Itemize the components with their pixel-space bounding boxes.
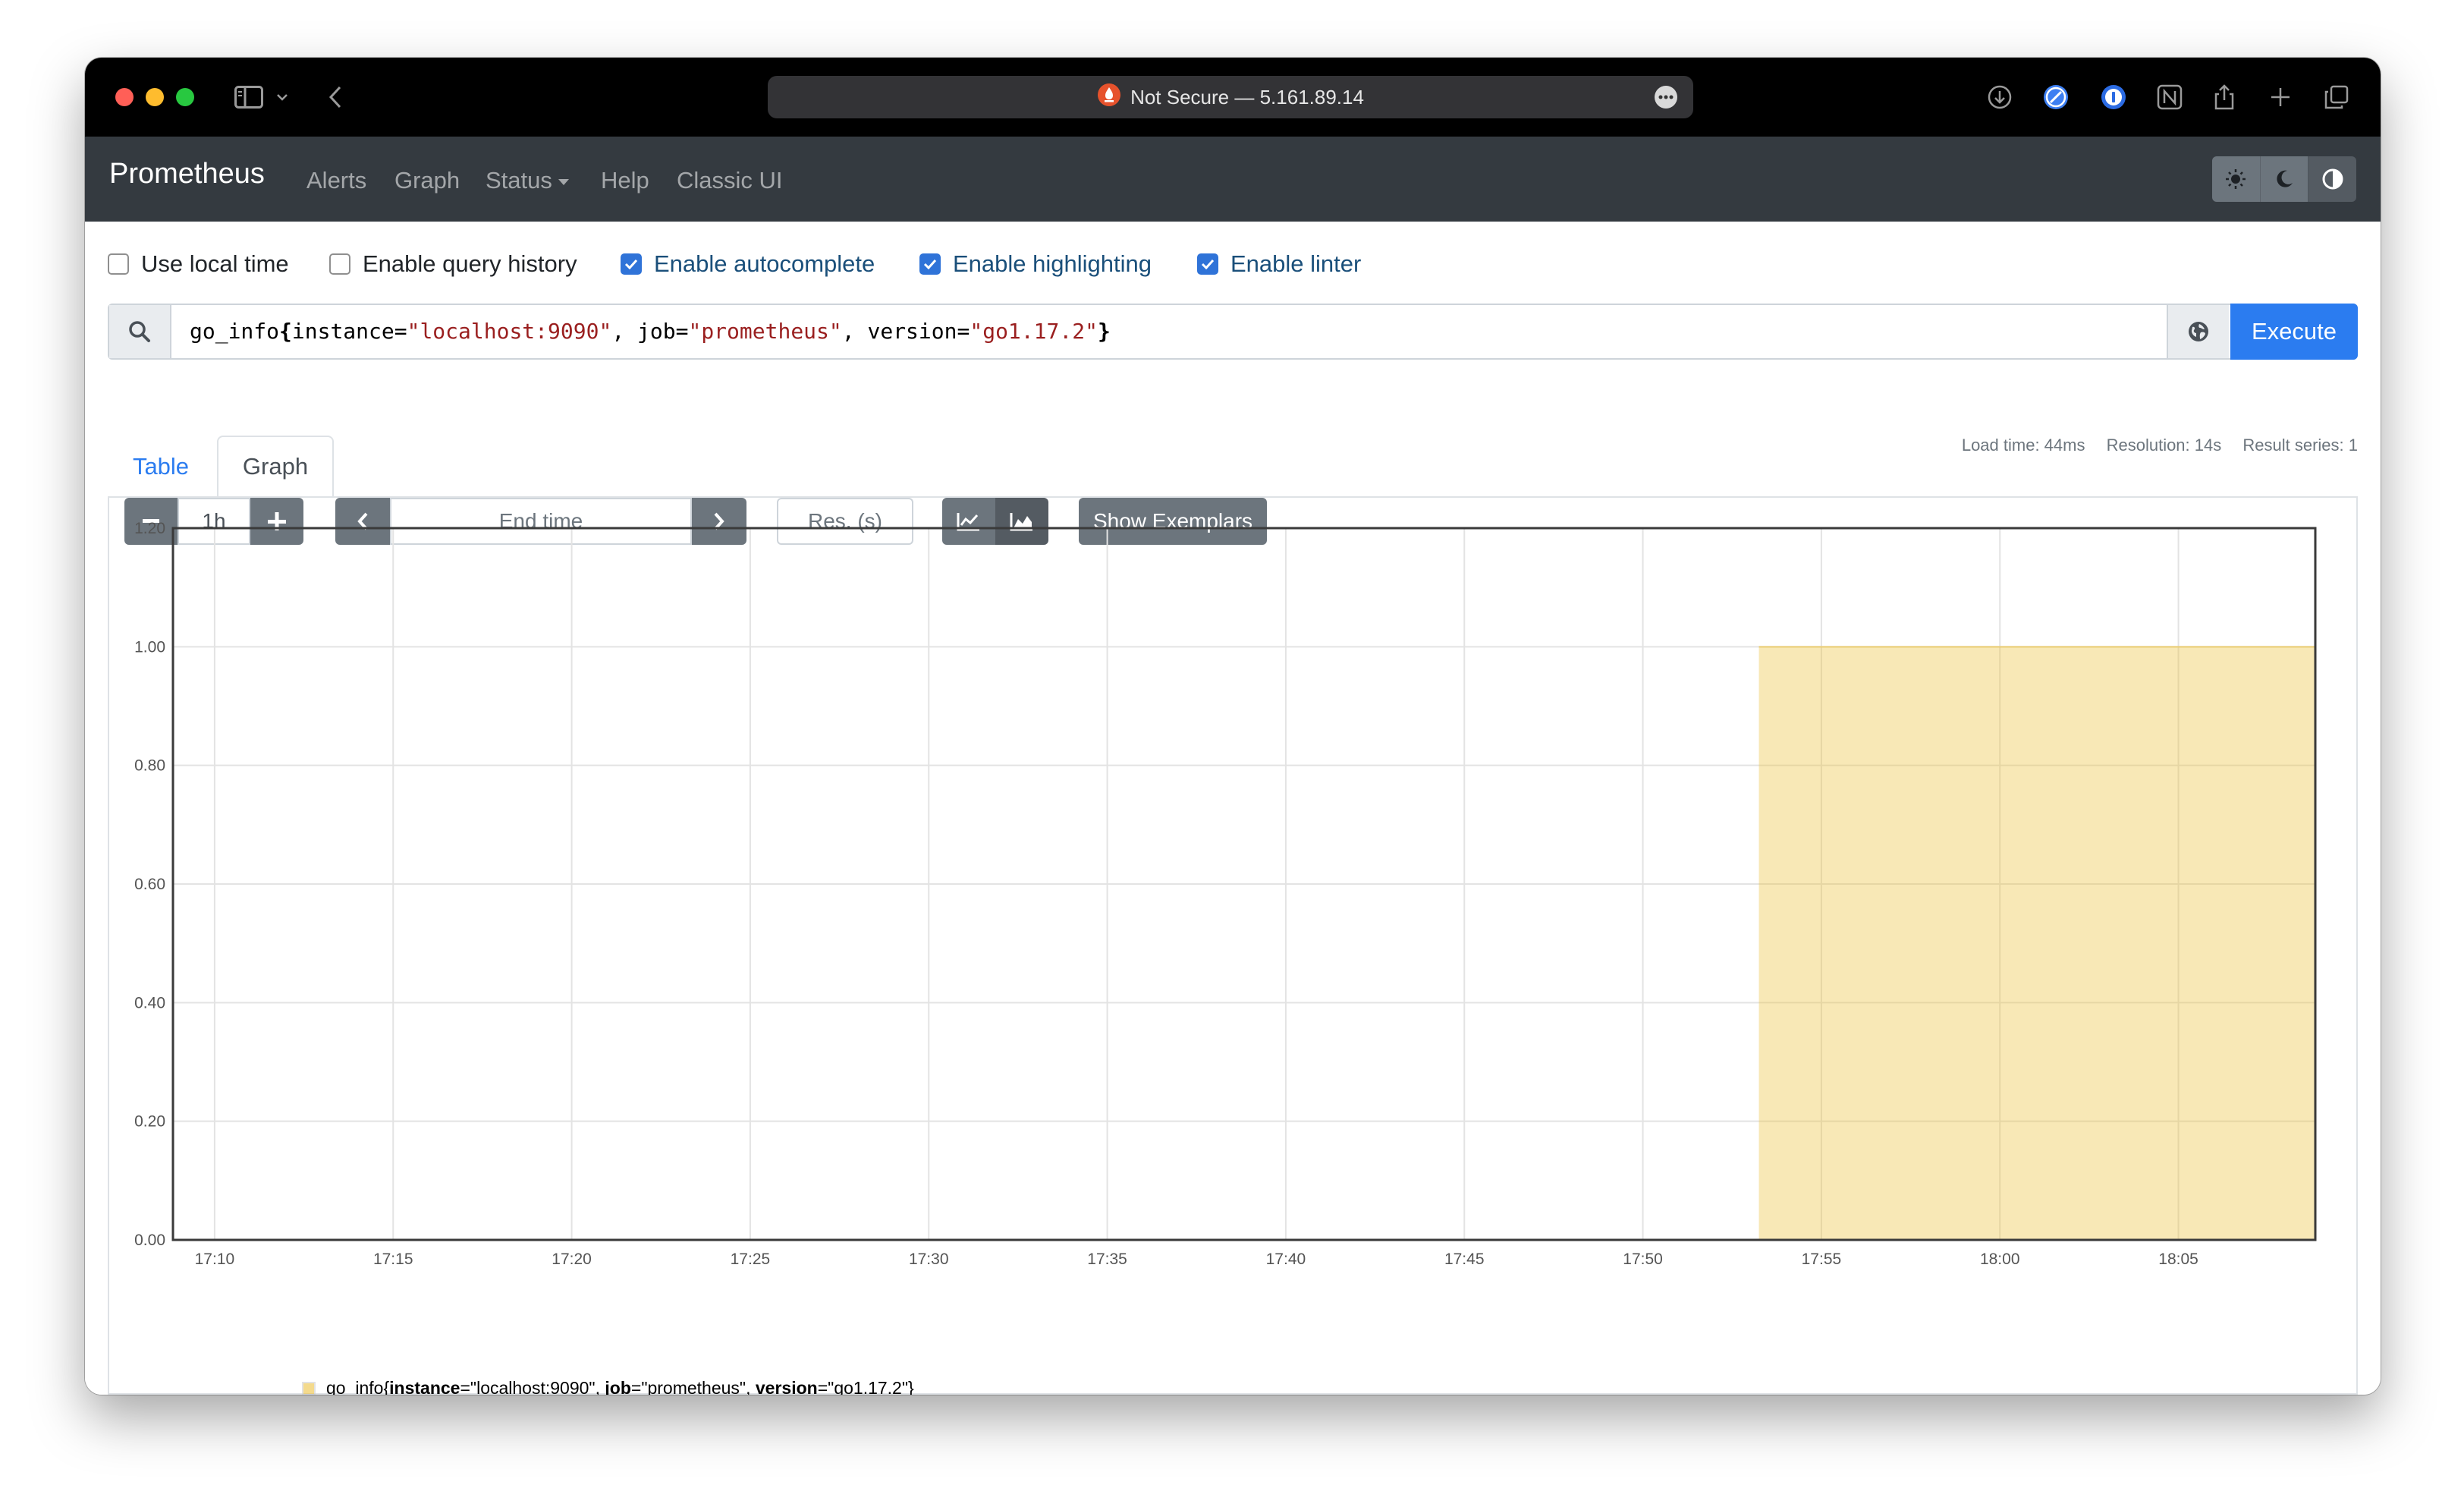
y-tick-label: 0.80 [134,757,165,775]
x-tick-label: 18:00 [1980,1251,2020,1268]
legend-label-key: instance [389,1378,460,1395]
y-tick-label: 0.60 [134,876,165,893]
x-tick-label: 17:25 [731,1251,771,1268]
graph-legend: go_info{instance="localhost:9090", job="… [302,1378,914,1395]
x-tick-label: 18:05 [2158,1251,2198,1268]
x-tick-label: 17:35 [1087,1251,1127,1268]
y-tick-label: 0.20 [134,1113,165,1131]
legend-metric: go_info [326,1378,384,1395]
legend-label-key: job [605,1378,631,1395]
graph-chart: 0.00 0.20 0.40 0.60 0.80 1.00 1.20 17:10 17:15 17… [134,520,2317,1268]
x-tick-label: 17:10 [195,1251,235,1268]
y-tick-label: 1.00 [134,638,165,656]
y-tick-label: 1.20 [134,520,165,537]
x-tick-label: 17:45 [1444,1251,1485,1268]
legend-label-value: "prometheus" [641,1378,746,1395]
legend-swatch[interactable] [302,1381,316,1395]
browser-window: Not Secure — 5.161.89.14 Prometheus Aler… [85,58,2381,1395]
y-tick-label: 0.00 [134,1232,165,1249]
series-area [1758,647,2315,1240]
x-tick-label: 17:15 [373,1251,413,1268]
x-tick-label: 17:40 [1266,1251,1306,1268]
legend-item[interactable]: go_info{instance="localhost:9090", job="… [326,1378,914,1395]
legend-label-value: "go1.17.2" [828,1378,909,1395]
x-tick-label: 17:55 [1802,1251,1842,1268]
legend-label-value: "localhost:9090" [470,1378,596,1395]
legend-label-key: version [755,1378,818,1395]
x-tick-label: 17:50 [1623,1251,1663,1268]
y-tick-label: 0.40 [134,994,165,1011]
x-tick-label: 17:30 [909,1251,949,1268]
x-tick-label: 17:20 [552,1251,592,1268]
